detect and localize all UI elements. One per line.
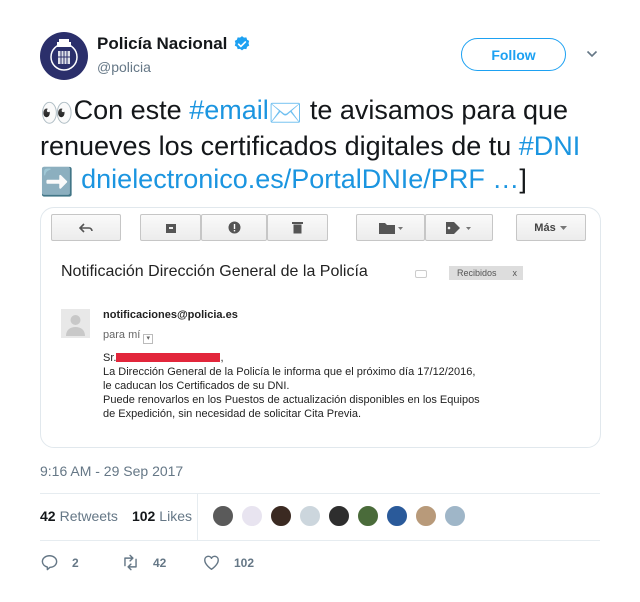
tag-icon	[446, 221, 471, 234]
retweet-icon	[124, 554, 137, 571]
email-label-badge: Recibidos x	[449, 266, 523, 280]
email-body-line: de Expedición, sin necesidad de solicita…	[103, 408, 362, 420]
alert-icon	[228, 221, 240, 234]
avatar[interactable]	[40, 32, 88, 80]
email-more-button: Más	[516, 214, 586, 241]
likes-label: Likes	[159, 508, 192, 524]
email-subject: Notificación Dirección General de la Pol…	[61, 263, 368, 280]
like-button[interactable]: 102	[202, 553, 254, 572]
redaction-bar	[116, 353, 221, 362]
reply-button[interactable]: 2	[40, 553, 79, 572]
arrow-right-emoji-icon: ➡️	[40, 167, 74, 197]
retweets-stat[interactable]: 42 Retweets	[40, 508, 118, 524]
label-tag-icon	[415, 270, 427, 278]
recipient-caret-icon: ▾	[143, 334, 154, 344]
reply-icon	[41, 555, 58, 571]
email-greeting-line: Sr.,	[103, 352, 224, 364]
folder-icon	[378, 222, 403, 234]
hashtag-dni-link[interactable]: #DNI	[519, 131, 581, 161]
email-body-line: Puede renovarlos en los Puestos de actua…	[103, 394, 480, 406]
liker-avatar[interactable]	[415, 505, 437, 527]
divider	[40, 540, 600, 541]
name-row: Policía Nacional	[97, 34, 251, 54]
trash-icon	[292, 222, 303, 234]
caret-down-icon	[559, 225, 567, 230]
email-spam-button	[201, 214, 267, 241]
email-body-line: le caducan los Certificados de su DNI.	[103, 380, 290, 392]
tweet-text: 👀Con este #email✉️ te avisamos para que …	[40, 94, 600, 199]
email-labels-button	[425, 214, 493, 241]
divider	[40, 493, 600, 494]
handle[interactable]: @policia	[97, 59, 151, 75]
display-name[interactable]: Policía Nacional	[97, 34, 227, 54]
tweet-header: Policía Nacional @policia Follow	[40, 32, 600, 82]
email-label-text: Recibidos	[457, 268, 497, 278]
liker-avatar[interactable]	[386, 505, 408, 527]
reply-arrow-icon	[79, 222, 93, 233]
eyes-emoji-icon: 👀	[40, 98, 74, 128]
email-archive-button	[140, 214, 201, 241]
liker-avatar[interactable]	[444, 505, 466, 527]
liker-avatar[interactable]	[241, 505, 263, 527]
likes-stat[interactable]: 102 Likes	[132, 508, 192, 524]
email-body: Sr., La Dirección General de la Policía …	[103, 351, 480, 421]
tweet-text-part1: Con este	[73, 95, 190, 125]
email-reply-button	[51, 214, 121, 241]
retweet-count: 42	[153, 555, 167, 570]
verified-badge-icon	[235, 36, 250, 51]
liker-avatar[interactable]	[299, 505, 321, 527]
reply-count: 2	[72, 555, 79, 570]
email-move-button	[356, 214, 425, 241]
sender-avatar-icon	[61, 309, 90, 338]
email-label-close: x	[512, 268, 518, 278]
media-image[interactable]: Más Notificación Dirección General de la…	[40, 207, 601, 448]
email-delete-button	[267, 214, 328, 241]
stats-divider	[197, 493, 198, 540]
tweet-stats: 42 Retweets 102 Likes	[40, 508, 192, 524]
retweet-button[interactable]: 42	[121, 553, 166, 572]
envelope-emoji-icon: ✉️	[268, 98, 303, 128]
email-recipient-text: para mí	[103, 329, 141, 341]
tweet-timestamp[interactable]: 9:16 AM - 29 Sep 2017	[40, 463, 183, 479]
heart-icon	[204, 555, 219, 570]
liker-avatar[interactable]	[270, 505, 292, 527]
email-greeting: Sr.	[103, 352, 117, 364]
liker-avatar[interactable]	[328, 505, 350, 527]
police-badge-icon	[50, 39, 78, 71]
tweet-actions: 2 42 102	[40, 553, 340, 573]
email-sender: notificaciones@policia.es	[103, 309, 238, 321]
email-recipient: para mí ▾	[103, 329, 154, 344]
url-link[interactable]: dnielectronico.es/PortalDNIe/PRF …	[81, 164, 519, 194]
email-more-label: Más	[534, 221, 556, 234]
retweets-count: 42	[40, 508, 56, 524]
retweets-label: Retweets	[59, 508, 118, 524]
liker-avatar[interactable]	[357, 505, 379, 527]
likes-count: 102	[131, 508, 156, 524]
chevron-down-icon[interactable]	[586, 48, 598, 60]
like-count: 102	[234, 555, 255, 570]
archive-icon	[165, 223, 176, 233]
hashtag-email-link[interactable]: #email	[189, 95, 269, 125]
follow-button[interactable]: Follow	[461, 38, 566, 71]
tweet-text-end: ]	[519, 164, 527, 194]
email-body-line: La Dirección General de la Policía le in…	[103, 366, 476, 378]
liker-avatar[interactable]	[212, 505, 234, 527]
